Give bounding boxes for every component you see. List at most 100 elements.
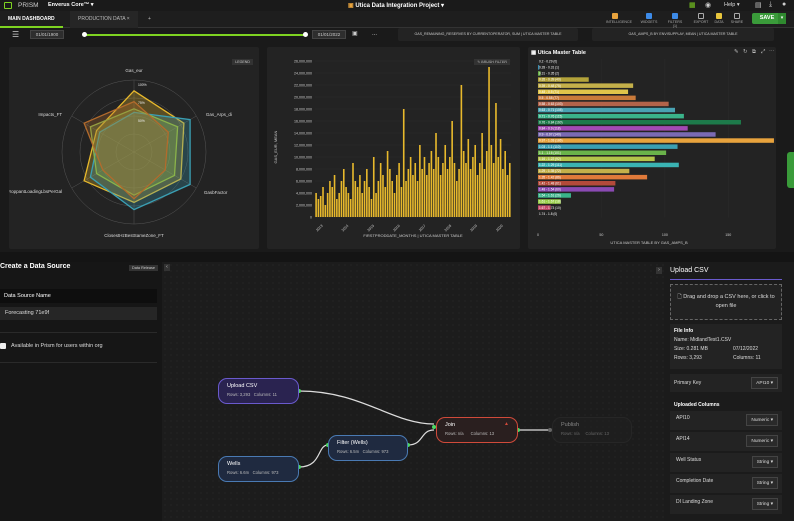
y-tick-label: 0 <box>310 215 312 219</box>
date-range-slider[interactable] <box>84 34 306 36</box>
export-button[interactable]: EXPORT <box>692 13 710 24</box>
data-source-name-field[interactable]: Forecasting 71e9f <box>0 307 157 320</box>
filter-icon <box>672 13 678 19</box>
summary-card-gas-amps[interactable]: GAS_AMPS_B BY ENVISUPPLAY, MEAN | UTICA … <box>592 28 774 41</box>
side-drawer-handle[interactable] <box>787 152 794 188</box>
x-tick-label: 2016 <box>392 224 400 232</box>
tab-main-dashboard[interactable]: MAIN DASHBOARD <box>0 11 63 28</box>
bar-label: 0.5 - 0.58 (77) <box>539 96 559 100</box>
column-row-api14: API14 Numeric ▾ <box>670 432 782 451</box>
bar <box>317 199 320 217</box>
bar <box>363 181 366 217</box>
node-wells[interactable]: Wells Rows: 6.6m Columns: 973 <box>218 456 299 482</box>
help-menu[interactable]: Help ▾ <box>724 2 740 8</box>
availability-label: Available in Prism for users within org <box>11 343 103 349</box>
radar-axis-label: Gas_Arps_di <box>206 112 232 117</box>
bar <box>407 169 410 217</box>
bar-label: 1.61 - 1.67 (18) <box>539 200 561 204</box>
prism-logo-icon <box>4 2 12 9</box>
data-release-badge[interactable]: Data Release <box>129 265 159 271</box>
bar <box>479 163 481 217</box>
bar <box>366 169 368 217</box>
add-tab-button[interactable]: + <box>140 11 159 28</box>
bar <box>372 157 375 217</box>
x-tick-label: 2017 <box>418 224 426 232</box>
x-tick-label: 2020 <box>495 224 503 232</box>
histogram-panel[interactable]: ▦ Utica Master Table ✎ ↻ ⧉ ⤢ ⋯ 0 50 100 150… <box>528 47 776 249</box>
bar-label: 1.54 - 1.61 (26) <box>539 194 561 198</box>
column-type-select[interactable]: Numeric ▾ <box>746 414 778 426</box>
y-tick-label: 2,000,000 <box>296 203 312 207</box>
layout-icon[interactable]: ▦ <box>689 1 696 9</box>
top-bar: PRISM Enverus Core™ ▾ ▣ Utica Data Integ… <box>0 0 794 11</box>
primary-key-select[interactable]: API10 ▾ <box>751 377 778 389</box>
filters-button[interactable]: FILTERS (1) <box>666 13 684 28</box>
more-button[interactable]: ... <box>372 31 377 37</box>
primary-key-row: Primary Key API10 ▾ <box>670 374 782 392</box>
column-type-select[interactable]: String ▾ <box>751 477 778 489</box>
bar-label: 0.48 - 0.5 (71) <box>539 90 559 94</box>
download-icon[interactable]: ⤓ <box>769 1 772 9</box>
node-publish[interactable]: Publish Rows: n/a Columns: 13 <box>552 417 632 443</box>
close-icon[interactable]: × <box>127 16 130 22</box>
x-axis-label: UTICA MASTER TABLE BY GAS_AMPS_B <box>610 240 688 245</box>
node-upload-csv[interactable]: Upload CSV Rows: 3,293 Columns: 11 <box>218 378 299 404</box>
summary-card-reserves[interactable]: GAS_REMAINING_RESERVES BY CURRENTOPERATO… <box>398 28 578 41</box>
tab-production-data[interactable]: PRODUCTION DATA × <box>70 11 138 28</box>
data-button[interactable]: DATA <box>710 13 728 24</box>
bar <box>449 157 451 217</box>
bar-label: 1.16 - 1.22 (92) <box>539 157 561 161</box>
node-filter-wells[interactable]: Filter (Wells) Rows: 6.5m Columns: 973 <box>328 435 408 461</box>
list-icon[interactable]: ☰ <box>12 30 19 39</box>
bar <box>377 181 380 217</box>
radar-axis-label: ProppantLoadingLbsPerGal <box>9 189 62 194</box>
date-start-field[interactable]: 01/01/1900 <box>30 30 64 39</box>
x-tick-label: 2014 <box>341 224 349 232</box>
apps-icon[interactable]: ▤ <box>755 1 762 9</box>
bar-chart-panel[interactable]: ✎ BRUSH FILTER 26,000,000 24,000,000 22,00… <box>267 47 520 249</box>
share-icon <box>734 13 740 19</box>
y-tick-label: 18,000,000 <box>294 107 312 111</box>
bar <box>502 169 504 217</box>
csv-drop-zone[interactable]: 🗋 Drag and drop a CSV here, or click to … <box>670 284 782 320</box>
horizontal-bar-chart: 0 50 100 150 0.2 - 0.29 (0) 0.28 - 0.31 (1) 0.… <box>537 59 774 245</box>
project-selector[interactable]: ▣ Utica Data Integration Project ▾ <box>348 2 444 9</box>
date-end-field[interactable]: 01/01/2022 <box>312 30 346 39</box>
bar <box>389 169 391 217</box>
bar <box>329 181 331 217</box>
bar-label: 0.58 - 0.63 (103) <box>539 102 563 106</box>
user-icon[interactable]: ● <box>782 1 786 8</box>
create-data-source-panel: Create a Data Source Data Release Data S… <box>0 262 162 521</box>
calendar-icon[interactable]: ▣ <box>352 30 358 37</box>
slider-handle-start[interactable] <box>82 32 87 37</box>
y-tick-label: 8,000,000 <box>296 167 312 171</box>
bar <box>446 169 449 217</box>
bar <box>340 181 343 217</box>
x-tick-label: 100 <box>662 233 668 237</box>
share-button[interactable]: SHARE <box>728 13 746 24</box>
bar-label: 0.97 - 1.03 (186) <box>539 139 563 143</box>
radar-chart: Gas_eur Gas_Arps_di GasbFactor ClosestHzBes… <box>9 68 232 238</box>
column-type-select[interactable]: String ▾ <box>751 498 778 510</box>
eye-icon[interactable]: ◉ <box>705 1 711 9</box>
bar-label: 1.1 - 1.16 (101) <box>539 151 561 155</box>
widgets-button[interactable]: WIDGETS <box>640 13 658 24</box>
warning-icon: ▲ <box>504 421 509 427</box>
product-selector[interactable]: Enverus Core™ ▾ <box>48 2 94 8</box>
availability-checkbox[interactable] <box>0 343 6 349</box>
y-tick-label: 16,000,000 <box>294 119 312 123</box>
slider-handle-end[interactable] <box>303 32 308 37</box>
column-type-select[interactable]: Numeric ▾ <box>746 435 778 447</box>
column-type-select[interactable]: String ▾ <box>751 456 778 468</box>
bar-label: 0.39 - 0.48 (75) <box>539 84 561 88</box>
save-options-button[interactable]: ▾ <box>778 13 786 24</box>
node-join[interactable]: Join ▲ Rows: n/a Columns: 13 <box>436 417 518 443</box>
x-tick-label: 50 <box>599 233 603 237</box>
bar <box>488 67 490 217</box>
intelligence-button[interactable]: INTELLIGENCE <box>606 13 632 24</box>
y-tick-label: 6,000,000 <box>296 179 312 183</box>
radar-chart-panel[interactable]: LEGEND Gas_eur Gas_Arps_di GasbFactor Close… <box>9 47 259 249</box>
panel-title: Create a Data Source <box>0 263 71 270</box>
bar <box>324 205 327 217</box>
radar-ring-label: 100% <box>138 83 147 87</box>
